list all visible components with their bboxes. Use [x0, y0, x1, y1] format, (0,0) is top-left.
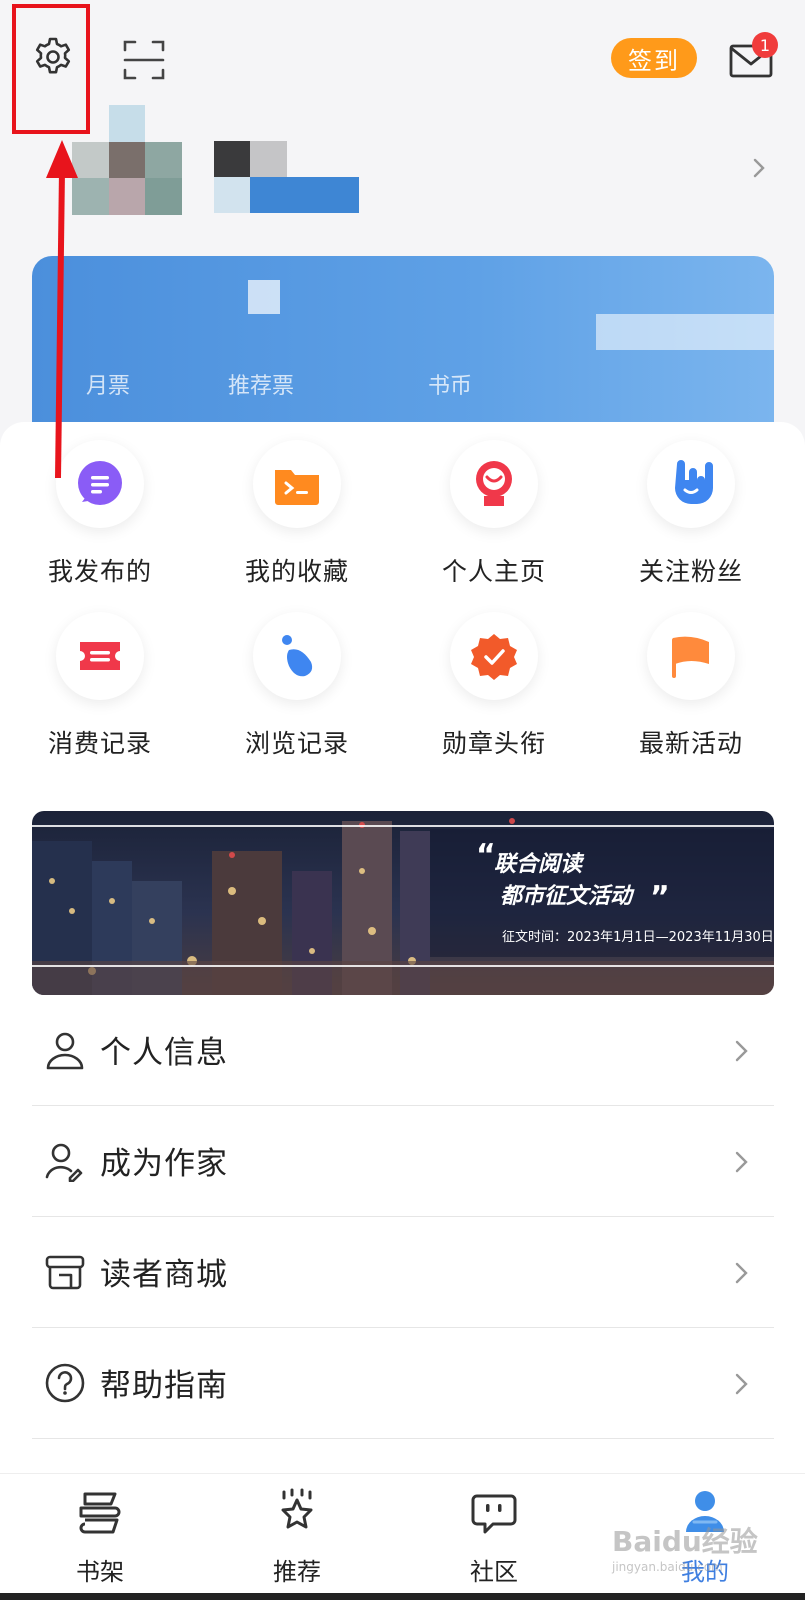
star-icon: [281, 1488, 313, 1529]
profile-header[interactable]: [0, 105, 805, 225]
quick-my-favorites[interactable]: 我的收藏: [217, 440, 377, 590]
watermark-brand: Baidu经验: [612, 1525, 758, 1558]
bookshelf-icon: [79, 1492, 121, 1534]
quote-close-icon: ”: [650, 880, 670, 915]
quick-label: 浏览记录: [244, 729, 349, 758]
quick-label: 勋章头衔: [441, 729, 546, 758]
menu-label: 帮助指南: [100, 1368, 228, 1404]
banner-date: 征文时间：2023年1月1日—2023年11月30日: [502, 930, 774, 945]
store-icon: [45, 1255, 85, 1290]
checkin-button[interactable]: 签到: [611, 38, 697, 78]
mail-unread-badge: 1: [752, 32, 778, 58]
quick-latest-events[interactable]: 最新活动: [611, 612, 771, 762]
pixelated-value: [248, 280, 280, 314]
menu-reader-store[interactable]: 读者商城: [32, 1217, 774, 1328]
hand-icon: [647, 440, 735, 528]
scan-icon[interactable]: [122, 38, 166, 82]
quick-follow-fans[interactable]: 关注粉丝: [611, 440, 771, 590]
tab-label: 推荐: [273, 1558, 321, 1586]
tab-community[interactable]: 社区: [434, 1488, 554, 1598]
chevron-right-icon: [735, 1262, 748, 1284]
pixelated-value: [596, 314, 774, 350]
quick-purchase-records[interactable]: 消费记录: [20, 612, 180, 762]
quick-homepage[interactable]: 个人主页: [414, 440, 574, 590]
community-icon: [471, 1494, 517, 1534]
quick-browse-history[interactable]: 浏览记录: [217, 612, 377, 762]
watermark: Baidu经验 jingyan.baidu.com: [612, 1520, 762, 1580]
book-coin-label: 书币: [428, 374, 473, 399]
tab-label: 书架: [76, 1558, 124, 1586]
banner-title-line2: 都市征文活动: [500, 883, 633, 909]
chevron-right-icon: [735, 1040, 748, 1062]
recommend-ticket-label: 推荐票: [228, 374, 295, 399]
quick-label: 关注粉丝: [638, 557, 743, 586]
chat-icon: [56, 440, 144, 528]
writer-icon: [45, 1143, 83, 1182]
avatar-icon: [450, 440, 538, 528]
footprint-icon: [253, 612, 341, 700]
quick-medals[interactable]: 勋章头衔: [414, 612, 574, 762]
flag-icon: [647, 612, 735, 700]
ticket-icon: [56, 612, 144, 700]
top-bar: 签到 1: [0, 0, 805, 120]
quote-open-icon: “: [476, 838, 496, 873]
quick-label: 最新活动: [638, 729, 743, 758]
chevron-right-icon: [735, 1373, 748, 1395]
system-nav-strip: [0, 1593, 805, 1600]
annotation-highlight-box: [12, 4, 90, 134]
menu-become-writer[interactable]: 成为作家: [32, 1106, 774, 1217]
banner-title-line1: 联合阅读: [494, 851, 583, 877]
quick-my-posts[interactable]: 我发布的: [20, 440, 180, 590]
tab-recommend[interactable]: 推荐: [237, 1488, 357, 1598]
menu-label: 个人信息: [100, 1035, 228, 1071]
menu-label: 读者商城: [100, 1257, 228, 1293]
chevron-right-icon: [735, 1151, 748, 1173]
menu-label: 成为作家: [100, 1146, 228, 1182]
banner-divider: [32, 965, 774, 967]
help-icon: [45, 1363, 85, 1403]
person-icon: [46, 1032, 84, 1070]
badge-icon: [450, 612, 538, 700]
watermark-url: jingyan.baidu.com: [612, 1560, 723, 1574]
chevron-right-icon: [753, 158, 765, 178]
username-pixelated: [214, 141, 359, 213]
menu-personal-info[interactable]: 个人信息: [32, 995, 774, 1106]
quick-label: 我的收藏: [244, 557, 349, 586]
tab-bookshelf[interactable]: 书架: [40, 1488, 160, 1598]
quick-label: 消费记录: [47, 729, 152, 758]
banner-divider: [32, 825, 774, 827]
tab-label: 社区: [470, 1558, 518, 1586]
menu-help-guide[interactable]: 帮助指南: [32, 1328, 774, 1439]
quick-label: 我发布的: [47, 557, 152, 586]
monthly-ticket-label: 月票: [86, 374, 131, 399]
quick-label: 个人主页: [441, 557, 546, 586]
folder-icon: [253, 440, 341, 528]
